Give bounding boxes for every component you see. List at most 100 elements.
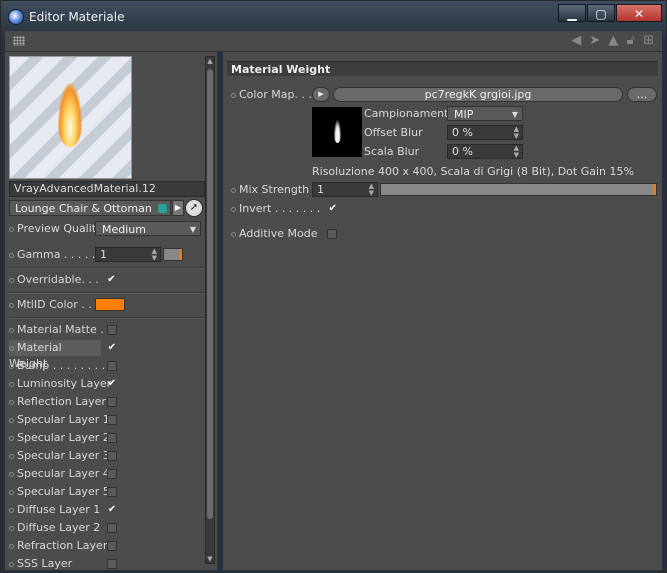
gamma-input[interactable]: 1 ▲ ▼ — [95, 247, 161, 262]
mix-strength-input[interactable]: 1 ▲ ▼ — [312, 182, 378, 197]
color-map-more-button[interactable]: ... — [627, 87, 657, 102]
scrollbar-thumb[interactable] — [207, 69, 213, 519]
gamma-row: Gamma . . . . . — [9, 247, 95, 263]
layer-checkbox[interactable] — [107, 523, 117, 533]
layer-item[interactable]: Diffuse Layer 2 — [9, 520, 189, 536]
keyframe-dot-icon[interactable] — [9, 453, 14, 459]
layer-checkbox[interactable] — [107, 325, 117, 335]
layer-checkbox[interactable]: ✔ — [107, 343, 117, 353]
gamma-slider[interactable] — [163, 248, 183, 261]
layer-item[interactable]: Specular Layer 2 — [9, 430, 189, 446]
keyframe-dot-icon[interactable] — [9, 226, 14, 232]
keyframe-dot-icon[interactable] — [231, 231, 236, 237]
keyframe-dot-icon[interactable] — [9, 252, 14, 258]
color-map-file-button[interactable]: pc7regkK grgioi.jpg — [333, 87, 623, 102]
layer-checkbox[interactable] — [107, 361, 117, 371]
layer-checkbox[interactable] — [107, 469, 117, 479]
layer-label: Specular Layer 3 — [17, 449, 110, 462]
mtlid-color-swatch[interactable] — [95, 298, 125, 311]
layer-item[interactable]: Specular Layer 3 — [9, 448, 189, 464]
keyframe-dot-icon[interactable] — [9, 489, 14, 495]
scroll-down-icon[interactable]: ▼ — [206, 555, 214, 563]
layer-item[interactable]: Specular Layer 1 — [9, 412, 189, 428]
title-bar[interactable]: Editor Materiale ▁ ▢ ✕ — [1, 1, 666, 31]
layer-checkbox[interactable]: ✔ — [107, 505, 117, 515]
layer-item[interactable]: Bump . . . . . . . . . — [9, 358, 189, 374]
up-arrow-icon[interactable]: ▲ — [608, 33, 618, 48]
keyframe-dot-icon[interactable] — [9, 525, 14, 531]
layer-item[interactable]: Diffuse Layer 1 ✔ — [9, 502, 189, 518]
layer-checkbox[interactable] — [107, 397, 117, 407]
campionamento-select[interactable]: MIP ▼ — [447, 106, 523, 121]
layer-checkbox[interactable] — [107, 451, 117, 461]
new-panel-icon[interactable]: ⊞ — [643, 33, 654, 48]
preview-quality-select[interactable]: Medium ▼ — [95, 221, 201, 236]
offset-blur-input[interactable]: 0 % ▲ ▼ — [447, 125, 523, 140]
keyframe-dot-icon[interactable] — [9, 399, 14, 405]
mix-strength-slider-marker — [653, 184, 656, 195]
keyframe-dot-icon[interactable] — [9, 471, 14, 477]
spinner-icon[interactable]: ▲ ▼ — [152, 248, 157, 262]
offset-blur-label: Offset Blur — [364, 126, 423, 139]
spinner-icon[interactable]: ▲ ▼ — [369, 183, 374, 197]
layer-label: Bump . . . . . . . . . — [17, 359, 113, 372]
material-weight-panel: Material Weight Color Map. . . . . ▶ pc7… — [223, 52, 662, 570]
keyframe-dot-icon[interactable] — [9, 327, 14, 333]
layer-checkbox[interactable] — [107, 487, 117, 497]
keyframe-dot-icon[interactable] — [9, 345, 14, 351]
layer-item[interactable]: Specular Layer 5 — [9, 484, 189, 500]
mix-strength-slider[interactable] — [380, 183, 657, 196]
mtlid-row: MtlID Color . . . — [9, 297, 99, 313]
keyframe-dot-icon[interactable] — [9, 363, 14, 369]
scroll-up-icon[interactable]: ▲ — [206, 57, 214, 65]
layer-item[interactable]: Material Weight ✔ — [9, 340, 116, 370]
keyframe-dot-icon[interactable] — [9, 417, 14, 423]
material-name-field[interactable]: VrayAdvancedMaterial.12 — [9, 181, 205, 197]
layer-checkbox[interactable] — [107, 433, 117, 443]
lock-icon[interactable]: 🔓︎ — [627, 33, 635, 48]
window-title: Editor Materiale — [29, 10, 125, 24]
layer-item[interactable]: Specular Layer 4 — [9, 466, 189, 482]
close-button[interactable]: ✕ — [616, 4, 662, 22]
section-title: Material Weight — [227, 61, 658, 76]
forward-arrow-icon[interactable]: ➤ — [589, 33, 600, 48]
keyframe-dot-icon[interactable] — [9, 561, 14, 567]
layer-item[interactable]: Material Matte . . — [9, 322, 189, 338]
layer-item[interactable]: Refraction Layer — [9, 538, 189, 554]
pick-object-icon[interactable]: ➚ — [185, 199, 203, 217]
layer-label: Specular Layer 1 — [17, 413, 110, 426]
toolbar: ◀ ➤ ▲ 🔓︎ ⊞ — [5, 31, 662, 52]
spinner-icon[interactable]: ▲ ▼ — [514, 145, 519, 159]
layer-item[interactable]: Luminosity Layer ✔ — [9, 376, 189, 392]
keyframe-dot-icon[interactable] — [231, 187, 236, 193]
material-preview[interactable] — [9, 56, 132, 179]
layer-checkbox[interactable] — [107, 559, 117, 569]
minimize-button[interactable]: ▁ — [558, 4, 586, 22]
spinner-icon[interactable]: ▲ ▼ — [514, 126, 519, 140]
layer-item[interactable]: Reflection Layer — [9, 394, 189, 410]
layer-item[interactable]: SSS Layer — [9, 556, 189, 570]
left-scrollbar[interactable]: ▲ ▼ — [205, 56, 215, 564]
invert-checkbox[interactable]: ✔ — [328, 204, 338, 214]
keyframe-dot-icon[interactable] — [9, 435, 14, 441]
layer-checkbox[interactable]: ✔ — [107, 379, 117, 389]
scala-blur-input[interactable]: 0 % ▲ ▼ — [447, 144, 523, 159]
object-link-field[interactable]: Lounge Chair & Ottoman — [9, 200, 171, 216]
mix-strength-row: Mix Strength — [231, 182, 309, 198]
keyframe-dot-icon[interactable] — [9, 277, 14, 283]
keyframe-dot-icon[interactable] — [9, 507, 14, 513]
keyframe-dot-icon[interactable] — [9, 302, 14, 308]
layer-checkbox[interactable] — [107, 541, 117, 551]
keyframe-dot-icon[interactable] — [9, 381, 14, 387]
maximize-button[interactable]: ▢ — [587, 4, 615, 22]
additive-mode-checkbox[interactable] — [326, 229, 337, 239]
back-arrow-icon[interactable]: ◀ — [571, 33, 581, 48]
overridable-checkbox[interactable]: ✔ — [106, 275, 116, 285]
keyframe-dot-icon[interactable] — [231, 92, 236, 98]
object-arrow-button[interactable]: ▶ — [172, 200, 184, 216]
grip-icon[interactable] — [13, 36, 25, 46]
keyframe-dot-icon[interactable] — [231, 206, 236, 212]
color-map-arrow-button[interactable]: ▶ — [312, 87, 330, 102]
layer-checkbox[interactable] — [107, 415, 117, 425]
keyframe-dot-icon[interactable] — [9, 543, 14, 549]
